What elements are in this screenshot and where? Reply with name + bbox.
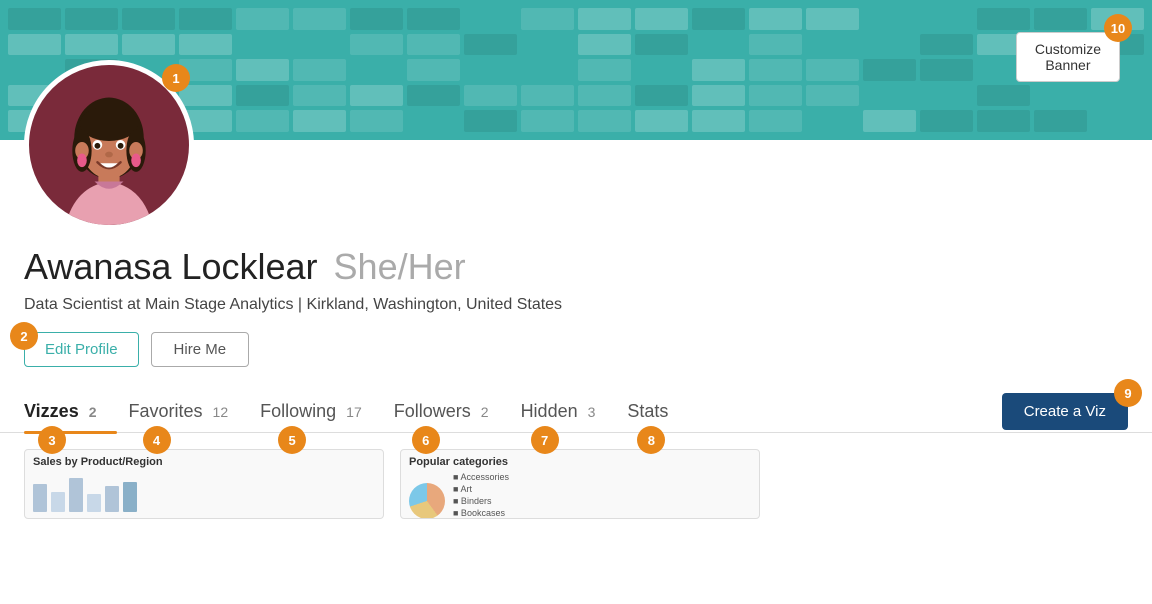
tab-favorites[interactable]: Favorites 12 4	[129, 391, 249, 432]
action-buttons: 2 Edit Profile Hire Me	[24, 332, 1128, 367]
step-badge-4: 4	[143, 426, 171, 454]
step-badge-1: 1	[162, 64, 190, 92]
tab-followers[interactable]: Followers 2 6	[394, 391, 509, 432]
tab-favorites-label: Favorites	[129, 401, 203, 422]
profile-name-row: Awanasa Locklear She/Her	[24, 246, 1128, 288]
tab-hidden-label: Hidden	[521, 401, 578, 422]
tab-following[interactable]: Following 17 5	[260, 391, 382, 432]
step-badge-3: 3	[38, 426, 66, 454]
customize-banner-button[interactable]: Customize Banner	[1016, 32, 1120, 82]
tab-followers-label: Followers	[394, 401, 471, 422]
profile-section: Awanasa Locklear She/Her Data Scientist …	[0, 230, 1152, 367]
create-viz-container: 9 Create a Viz	[1002, 393, 1128, 430]
step-badge-10: 10	[1104, 14, 1132, 42]
step-badge-7: 7	[531, 426, 559, 454]
hire-me-button[interactable]: Hire Me	[151, 332, 250, 367]
avatar-container: 1	[24, 60, 194, 230]
step-badge-5: 5	[278, 426, 306, 454]
tab-followers-count: 2	[481, 404, 489, 420]
viz-card-title-0: Sales by Product/Region	[33, 456, 375, 468]
profile-name: Awanasa Locklear	[24, 246, 318, 288]
tab-following-count: 17	[346, 404, 362, 420]
tab-hidden-count: 3	[588, 404, 596, 420]
step-badge-9: 9	[1114, 379, 1142, 407]
viz-card-0[interactable]: Sales by Product/Region	[24, 449, 384, 519]
vizzes-grid: Sales by Product/Region Popular categori…	[0, 433, 1152, 535]
tab-vizzes[interactable]: Vizzes 2 3	[24, 391, 117, 432]
step-badge-6: 6	[412, 426, 440, 454]
viz-card-1[interactable]: Popular categories ■ Accessories ■ Art ■…	[400, 449, 760, 519]
viz-mini-pie-1: ■ Accessories ■ Art ■ Binders ■ Bookcase…	[409, 472, 751, 519]
tab-following-label: Following	[260, 401, 336, 422]
step-badge-2: 2	[10, 322, 38, 350]
edit-profile-button[interactable]: Edit Profile	[24, 332, 139, 367]
viz-card-title-1: Popular categories	[409, 456, 751, 468]
avatar-illustration	[44, 85, 174, 225]
tab-hidden[interactable]: Hidden 3 7	[521, 391, 616, 432]
profile-bio: Data Scientist at Main Stage Analytics |…	[24, 296, 1128, 314]
viz-mini-bars-0	[33, 472, 375, 512]
tab-stats[interactable]: Stats 8	[627, 391, 688, 432]
tab-stats-label: Stats	[627, 401, 668, 422]
profile-pronouns: She/Her	[334, 246, 466, 288]
tab-vizzes-label: Vizzes	[24, 401, 79, 422]
create-viz-button[interactable]: Create a Viz	[1002, 393, 1128, 430]
tabs-section: Vizzes 2 3 Favorites 12 4 Following 17 5…	[0, 391, 1152, 433]
tab-vizzes-count: 2	[89, 404, 97, 420]
tab-favorites-count: 12	[213, 404, 229, 420]
